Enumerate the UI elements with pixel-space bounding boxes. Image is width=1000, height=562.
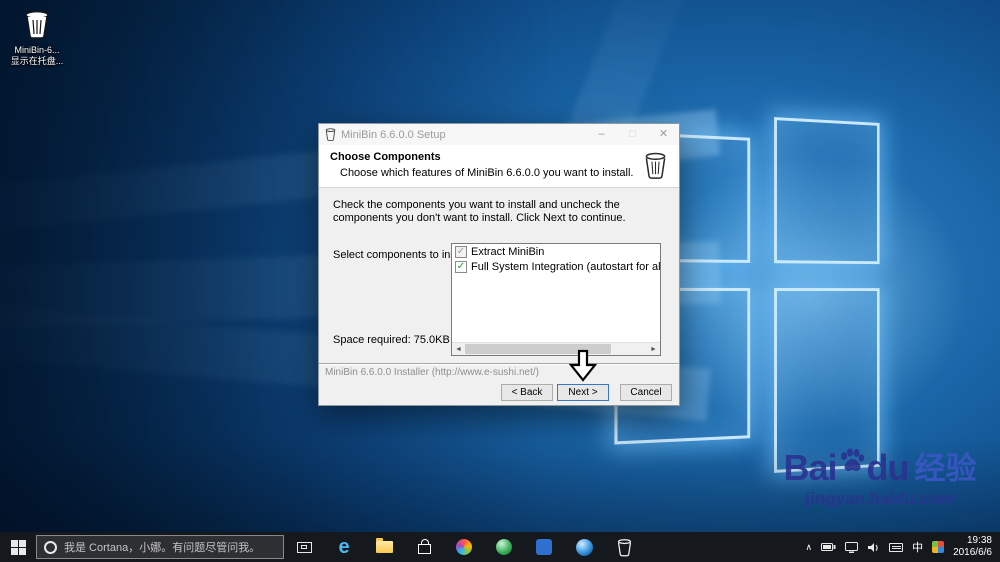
watermark: Bai du 经验 jingyan.baidu.com bbox=[762, 448, 998, 509]
windows-logo-pane bbox=[774, 117, 880, 265]
minibin-logo-icon bbox=[645, 152, 666, 179]
installer-branding: MiniBin 6.6.0.0 Installer (http://www.e-… bbox=[325, 367, 539, 378]
edge-icon: e bbox=[338, 536, 350, 558]
task-view-button[interactable] bbox=[284, 532, 324, 562]
taskbar-item-app1[interactable] bbox=[444, 532, 484, 562]
clock-time: 19:38 bbox=[966, 535, 992, 546]
components-list[interactable]: ✓ Extract MiniBin ✓ Full System Integrat… bbox=[451, 243, 661, 356]
touch-keyboard-icon[interactable] bbox=[889, 542, 904, 552]
windows-logo-pane bbox=[774, 288, 880, 473]
ime-icon[interactable] bbox=[932, 541, 945, 553]
minibin-tray-trash-icon bbox=[617, 538, 631, 556]
component-row-extract[interactable]: ✓ Extract MiniBin bbox=[452, 244, 660, 259]
taskbar-item-file-explorer[interactable] bbox=[364, 532, 404, 562]
close-button[interactable]: ✕ bbox=[648, 124, 679, 145]
component-label: Full System Integration (autostart for a… bbox=[471, 261, 660, 273]
store-icon bbox=[417, 539, 431, 554]
taskbar-item-app3[interactable] bbox=[524, 532, 564, 562]
scrollbar-track[interactable] bbox=[465, 343, 647, 355]
taskbar-clock[interactable]: 19:38 2016/6/6 bbox=[953, 535, 992, 559]
app-icon-colorful bbox=[456, 539, 472, 555]
taskbar-item-store[interactable] bbox=[404, 532, 444, 562]
clock-date: 2016/6/6 bbox=[953, 547, 992, 558]
cortana-icon bbox=[44, 540, 57, 554]
component-label: Extract MiniBin bbox=[471, 246, 545, 258]
taskbar-item-app2[interactable] bbox=[484, 532, 524, 562]
file-explorer-icon bbox=[375, 538, 393, 553]
scroll-right-icon[interactable]: ► bbox=[647, 343, 660, 355]
annotation-down-arrow bbox=[568, 349, 598, 382]
taskbar-item-browser[interactable] bbox=[564, 532, 604, 562]
battery-icon[interactable] bbox=[821, 543, 836, 551]
watermark-du: du bbox=[866, 447, 910, 488]
app-icon-blue bbox=[536, 539, 552, 555]
app-icon-green bbox=[496, 539, 512, 555]
browser-sphere-icon bbox=[575, 538, 593, 556]
cortana-search-placeholder: 我是 Cortana，小娜。有问题尽管问我。 bbox=[64, 542, 261, 554]
watermark-jingyan: 经验 bbox=[914, 451, 977, 486]
taskbar: 我是 Cortana，小娜。有问题尽管问我。 e ∧ 中 19:38 2016/… bbox=[0, 532, 1000, 562]
app-icon bbox=[325, 128, 336, 141]
cortana-search-input[interactable]: 我是 Cortana，小娜。有问题尽管问我。 bbox=[36, 535, 284, 559]
desktop-screen: MiniBin-6... 显示在托盘... MiniBin 6.6.0.0 Se… bbox=[0, 0, 1000, 562]
watermark-url: jingyan.baidu.com bbox=[805, 489, 955, 508]
scroll-left-icon[interactable]: ◄ bbox=[452, 343, 465, 355]
wizard-page-subtitle: Choose which features of MiniBin 6.6.0.0… bbox=[340, 167, 634, 179]
baidu-paw-icon bbox=[840, 448, 864, 471]
cancel-button[interactable]: Cancel bbox=[620, 384, 672, 401]
installer-window: MiniBin 6.6.0.0 Setup – □ ✕ Choose Compo… bbox=[318, 123, 680, 406]
task-view-icon bbox=[296, 541, 312, 553]
footer-divider bbox=[319, 363, 679, 365]
minimize-button[interactable]: – bbox=[586, 124, 617, 145]
taskbar-item-edge[interactable]: e bbox=[324, 532, 364, 562]
show-hidden-icons-chevron[interactable]: ∧ bbox=[805, 542, 812, 553]
desktop-icon-sublabel: 显示在托盘... bbox=[10, 56, 64, 66]
back-button[interactable]: < Back bbox=[501, 384, 553, 401]
desktop-icon-minibin[interactable]: MiniBin-6... 显示在托盘... bbox=[4, 6, 70, 67]
volume-icon[interactable] bbox=[867, 542, 880, 553]
minibin-trash-icon bbox=[25, 10, 49, 39]
components-description: Check the components you want to install… bbox=[333, 199, 626, 224]
ime-language-indicator[interactable]: 中 bbox=[912, 539, 923, 555]
checkbox-checked-icon[interactable]: ✓ bbox=[455, 246, 467, 258]
watermark-bai: Bai bbox=[783, 447, 837, 488]
component-row-full-integration[interactable]: ✓ Full System Integration (autostart for… bbox=[452, 259, 660, 274]
checkbox-checked-icon[interactable]: ✓ bbox=[455, 261, 467, 273]
start-button[interactable] bbox=[0, 532, 36, 562]
taskbar-item-minibin[interactable] bbox=[604, 532, 644, 562]
wizard-header: Choose Components Choose which features … bbox=[319, 145, 679, 188]
desktop-icon-label: MiniBin-6... bbox=[14, 45, 60, 55]
horizontal-scrollbar[interactable]: ◄ ► bbox=[452, 342, 660, 355]
window-title: MiniBin 6.6.0.0 Setup bbox=[341, 128, 446, 141]
network-icon[interactable] bbox=[845, 541, 859, 553]
next-button[interactable]: Next > bbox=[557, 384, 609, 401]
maximize-button[interactable]: □ bbox=[617, 124, 648, 145]
wizard-page-title: Choose Components bbox=[330, 151, 441, 163]
windows-start-icon bbox=[10, 539, 26, 555]
space-required-label: Space required: 75.0KB bbox=[333, 334, 450, 346]
titlebar[interactable]: MiniBin 6.6.0.0 Setup – □ ✕ bbox=[319, 124, 679, 145]
system-tray: ∧ 中 19:38 2016/6/6 bbox=[805, 532, 1000, 562]
